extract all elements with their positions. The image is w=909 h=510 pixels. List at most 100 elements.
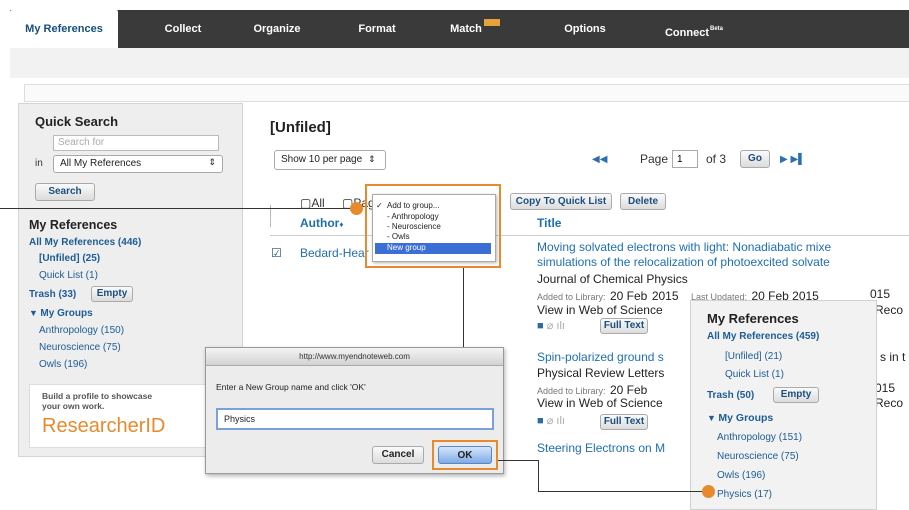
my-groups-label: My Groups [40,308,93,319]
author-column-header[interactable]: Author♦ [300,216,343,230]
tab-organize[interactable]: Organize [232,10,322,48]
ref-title-line1[interactable]: Moving solvated electrons with light: No… [537,240,831,254]
title-column-header[interactable]: Title [537,216,561,230]
cancel-button[interactable]: Cancel [372,446,424,464]
go-button[interactable]: Go [740,150,770,168]
tab-label: Match [450,23,482,35]
beta-label: Beta [709,26,723,32]
popup-group-anthropology[interactable]: Anthropology (151) [717,432,802,443]
copy-to-quick-list-button[interactable]: Copy To Quick List [510,193,612,210]
search-input[interactable]: Search for [53,135,219,151]
ref-title-fragment: s in t [880,350,906,364]
popup-quick-list[interactable]: Quick List (1) [725,369,784,380]
popup-group-physics[interactable]: Physics (17) [717,489,772,500]
full-text-button[interactable]: Full Text [600,318,648,334]
tab-collect[interactable]: Collect [138,10,228,48]
bar-chart-icon[interactable]: ılı [556,320,565,332]
tab-options[interactable]: Options [540,10,630,48]
next-page-icon[interactable]: ▶ ▶▌ [780,154,805,165]
my-references-title: My References [29,218,118,232]
group-owls[interactable]: Owls (196) [39,359,87,370]
sort-arrow-icon: ♦ [339,220,344,229]
content-header-bar [24,84,909,102]
popup-my-groups-label: My Groups [718,412,774,424]
sidebar-all-references[interactable]: All My References (446) [29,237,141,248]
delete-button[interactable]: Delete [620,193,666,210]
tab-label: Collect [164,23,202,35]
ref-journal: Journal of Chemical Physics [537,272,688,286]
tab-label: Options [564,23,606,35]
tab-format[interactable]: Format [332,10,422,48]
ref-record-fragment: Reco [875,396,904,410]
row-checkbox-checked-icon[interactable]: ☑ [271,246,282,260]
tab-connect[interactable]: ConnectBeta [644,10,744,48]
ok-highlight-box [432,440,498,470]
search-button[interactable]: Search [35,183,95,201]
ref-icons: ■ ⌀ ılı [537,319,565,332]
page-label: Page [640,152,669,166]
ref-title-line1[interactable]: Steering Electrons on M [537,441,665,455]
callout-dot [350,202,363,215]
per-page-select[interactable]: Show 10 per page ⇕ [274,150,386,170]
popup-empty-button[interactable]: Empty [773,387,819,403]
sidebar-unfiled[interactable]: [Unfiled] (25) [39,253,100,264]
page-number-input[interactable]: 1 [672,150,698,168]
popup-my-groups[interactable]: ▼ My Groups [707,412,773,424]
full-text-button[interactable]: Full Text [600,414,648,430]
ref-icons: ■ ⌀ ılı [537,414,565,427]
popup-unfiled[interactable]: [Unfiled] (21) [725,351,782,362]
ref-title-line2[interactable]: simulations of the relocalization of pho… [537,255,830,269]
profile-text: Build a profile to showcase your own wor… [42,391,153,411]
added-label: Added to Library: [537,386,606,396]
popup-all-references[interactable]: All My References (459) [707,331,819,342]
popup-trash[interactable]: Trash (50) [707,390,754,401]
first-page-icon[interactable]: ◀◀ [592,154,607,165]
callout-line [0,208,356,209]
tab-match[interactable]: Match [430,10,520,48]
researcher-id-box[interactable]: Build a profile to showcase your own wor… [29,384,231,448]
triangle-down-icon: ▼ [707,413,719,423]
in-label: in [35,158,43,169]
callout-line [538,460,539,492]
ref-wos-link[interactable]: View in Web of Science [537,396,663,410]
select-arrows-icon: ⇕ [368,154,376,164]
bar-chart-icon[interactable]: ılı [556,415,565,427]
callout-dot [702,485,715,498]
author-header-label: Author [300,216,340,230]
callout-line [538,491,706,492]
group-anthropology[interactable]: Anthropology (150) [39,325,124,336]
ref-title-line1[interactable]: Spin-polarized ground s [537,350,664,364]
popup-group-neuroscience[interactable]: Neuroscience (75) [717,451,799,462]
added-date: 20 Feb [610,289,648,303]
ref-wos-link[interactable]: View in Web of Science [537,303,663,317]
attachment-icon[interactable]: ⌀ [547,320,554,332]
folder-icon[interactable]: ■ [537,415,544,427]
my-groups-header[interactable]: ▼ My Groups [29,308,93,319]
page-title: [Unfiled] [270,119,331,136]
top-nav-bar: My References Collect Organize Format Ma… [10,10,909,48]
triangle-down-icon: ▼ [29,308,41,318]
tab-label: Connect [664,27,709,39]
ref-year-fragment: 015 [875,381,896,395]
ref-record-fragment: Reco [875,303,904,317]
tab-label: Format [358,23,396,35]
sub-nav-bar [10,48,909,78]
sidebar-quick-list[interactable]: Quick List (1) [39,270,98,281]
popup-group-owls[interactable]: Owls (196) [717,470,765,481]
dialog-title: http://www.myendnoteweb.com [206,348,503,366]
scope-value: All My References [60,158,142,169]
my-references-popup: My References All My References (459) [U… [690,300,877,510]
tab-label: My References [25,23,103,35]
quick-search-title: Quick Search [35,114,119,129]
folder-icon[interactable]: ■ [537,320,544,332]
empty-trash-button[interactable]: Empty [91,286,133,302]
group-name-input[interactable]: Physics [216,408,494,430]
ref-journal: Physical Review Letters [537,366,665,380]
ref-author[interactable]: Bedard-Hear [300,246,369,260]
attachment-icon[interactable]: ⌀ [547,415,554,427]
scope-select[interactable]: All My References ⇕ [53,155,223,173]
added-date: 20 Feb [610,383,648,397]
sidebar-trash[interactable]: Trash (33) [29,289,76,300]
tab-my-references[interactable]: My References [10,10,118,48]
group-neuroscience[interactable]: Neuroscience (75) [39,342,121,353]
